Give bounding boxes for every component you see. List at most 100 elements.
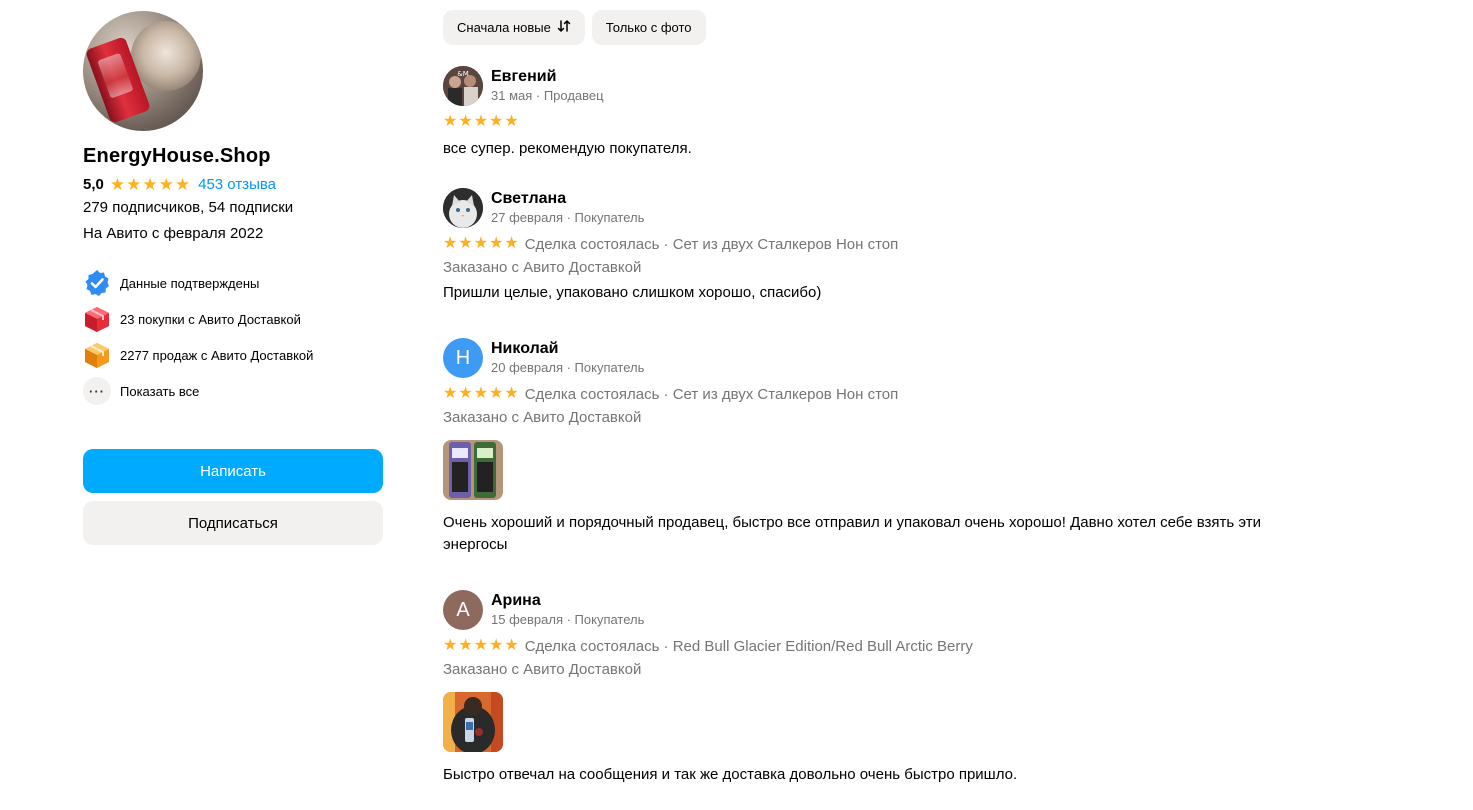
star-icon: ★	[473, 113, 489, 130]
star-icon: ★	[473, 235, 489, 252]
review-header: А Арина 15 февраля · Покупатель	[443, 590, 1343, 630]
seller-profile: EnergyHouse.Shop 5,0 ★ ★ ★ ★ ★ 453 отзыв…	[83, 11, 383, 545]
badge-sales: 2277 продаж с Авито Доставкой	[83, 337, 383, 373]
review-text: Очень хороший и порядочный продавец, быс…	[443, 514, 1261, 553]
review-delivery: Заказано с Авито Доставкой	[443, 661, 642, 678]
sort-newest-chip[interactable]: Сначала новые	[443, 10, 585, 45]
star-icon: ★	[109, 174, 126, 194]
review-meta: 27 февраля · Покупатель	[491, 210, 645, 225]
star-icon: ★	[458, 113, 473, 130]
reviewer-avatar[interactable]	[443, 188, 483, 228]
badge-purchases: 23 покупки с Авито Доставкой	[83, 301, 383, 337]
orange-box-icon	[83, 341, 111, 369]
review-rating: ★ ★ ★ ★ ★ Сделка состоялась · Сет из двух Ст…	[443, 232, 1343, 256]
review-text: Быстро отвечал на сообщения и так же дос…	[443, 766, 1018, 783]
review-meta: 20 февраля · Покупатель	[491, 360, 645, 375]
review-stars: ★ ★ ★ ★ ★	[443, 114, 519, 130]
review-text: все супер. рекомендую покупателя.	[443, 140, 692, 157]
star-icon: ★	[504, 637, 519, 654]
badge-label: Данные подтверждены	[120, 275, 260, 291]
star-icon: ★	[489, 113, 504, 130]
review-stars: ★ ★ ★ ★ ★	[443, 386, 519, 402]
show-all-badges[interactable]: ··· Показать все	[83, 373, 383, 409]
write-message-button[interactable]: Написать	[83, 449, 383, 493]
star-icon: ★	[443, 385, 458, 402]
review-header: &M Евгений 31 мая · Продавец	[443, 66, 1343, 106]
star-icon: ★	[504, 235, 519, 252]
star-icon: ★	[443, 235, 458, 252]
review-stars: ★ ★ ★ ★ ★	[443, 236, 519, 252]
review-item: &M Евгений 31 мая · Продавец ★ ★ ★ ★ ★ все с…	[443, 66, 1343, 160]
chip-label: Только с фото	[605, 20, 692, 35]
review-deal[interactable]: Сделка состоялась · Сет из двух Сталкеро…	[525, 386, 899, 403]
more-dots-icon: ···	[83, 377, 111, 405]
review-item: А Арина 15 февраля · Покупатель ★ ★ ★ ★ ★ Сд…	[443, 590, 1343, 786]
review-meta: 15 февраля · Покупатель	[491, 612, 645, 627]
seller-avatar[interactable]	[83, 11, 203, 131]
reviewer-avatar[interactable]: &M	[443, 66, 483, 106]
review-header: Н Николай 20 февраля · Покупатель	[443, 338, 1343, 378]
followers-info: 279 подписчиков, 54 подписки	[83, 199, 294, 216]
seller-rating: 5,0 ★ ★ ★ ★ ★ 453 отзыва	[83, 173, 383, 195]
reviewer-initial: А	[456, 598, 470, 621]
subscribe-button[interactable]: Подписаться	[83, 501, 383, 545]
reviewer-name[interactable]: Арина	[491, 591, 644, 611]
star-icon: ★	[504, 113, 519, 130]
review-meta: 31 мая · Продавец	[491, 88, 604, 103]
review-delivery: Заказано с Авито Доставкой	[443, 409, 642, 426]
review-photo-image	[443, 692, 503, 752]
review-photo[interactable]	[443, 440, 503, 500]
review-text: Пришли целые, упаковано слишком хорошо, …	[443, 284, 822, 301]
review-deal[interactable]: Сделка состоялась · Red Bull Glacier Edi…	[525, 638, 973, 655]
red-box-icon	[83, 305, 111, 333]
reviewer-name[interactable]: Николай	[491, 339, 644, 359]
reviewer-avatar[interactable]: А	[443, 590, 483, 630]
star-icon: ★	[142, 174, 158, 194]
star-icon: ★	[489, 637, 504, 654]
star-icon: ★	[458, 385, 473, 402]
star-icon: ★	[443, 113, 458, 130]
review-rating: ★ ★ ★ ★ ★	[443, 110, 1343, 134]
photo-only-chip[interactable]: Только с фото	[591, 10, 706, 45]
badge-verified: Данные подтверждены	[83, 265, 383, 301]
reviewer-name[interactable]: Евгений	[491, 67, 604, 87]
star-icon: ★	[473, 385, 489, 402]
star-icon: ★	[489, 385, 504, 402]
reviewer-photo: &M	[443, 66, 483, 106]
rating-score: 5,0	[83, 175, 104, 193]
star-icon: ★	[504, 385, 519, 402]
badge-label: 23 покупки с Авито Доставкой	[120, 311, 301, 327]
review-item: Н Николай 20 февраля · Покупатель ★ ★ ★ ★ ★ …	[443, 338, 1343, 556]
review-rating: ★ ★ ★ ★ ★ Сделка состоялась · Сет из двух Ст…	[443, 382, 1343, 406]
review-photo[interactable]	[443, 692, 503, 752]
review-rating: ★ ★ ★ ★ ★ Сделка состоялась · Red Bull Glaci…	[443, 634, 1343, 658]
reviewer-initial: Н	[455, 346, 471, 369]
verified-check-icon	[83, 269, 111, 297]
reviewer-photo	[443, 188, 483, 228]
reviewer-avatar[interactable]: Н	[443, 338, 483, 378]
avatar-cat-image	[131, 21, 201, 91]
member-since: На Авито с февраля 2022	[83, 225, 264, 242]
sort-arrows-icon	[557, 19, 571, 36]
reviewer-name[interactable]: Светлана	[491, 189, 644, 209]
star-icon: ★	[458, 235, 473, 252]
badge-label: Показать все	[120, 383, 200, 399]
star-icon: ★	[458, 637, 473, 654]
reviews-count-link[interactable]: 453 отзыва	[198, 176, 276, 193]
review-item: Светлана 27 февраля · Покупатель ★ ★ ★ ★ ★ С…	[443, 188, 1343, 304]
star-icon: ★	[126, 174, 142, 194]
star-icon: ★	[174, 174, 191, 194]
chip-label: Сначала новые	[457, 20, 551, 35]
review-stars: ★ ★ ★ ★ ★	[443, 638, 519, 654]
star-icon: ★	[489, 235, 504, 252]
review-deal[interactable]: Сделка состоялась · Сет из двух Сталкеро…	[525, 236, 899, 253]
badge-label: 2277 продаж с Авито Доставкой	[120, 347, 314, 363]
review-photo-image	[443, 440, 503, 500]
rating-stars: ★ ★ ★ ★ ★	[110, 176, 190, 193]
review-delivery: Заказано с Авито Доставкой	[443, 259, 642, 276]
review-filters: Сначала новые Только с фото	[443, 10, 706, 45]
svg-text:&M: &M	[457, 70, 469, 78]
star-icon: ★	[158, 174, 174, 194]
star-icon: ★	[473, 637, 489, 654]
shop-name: EnergyHouse.Shop	[83, 145, 271, 167]
